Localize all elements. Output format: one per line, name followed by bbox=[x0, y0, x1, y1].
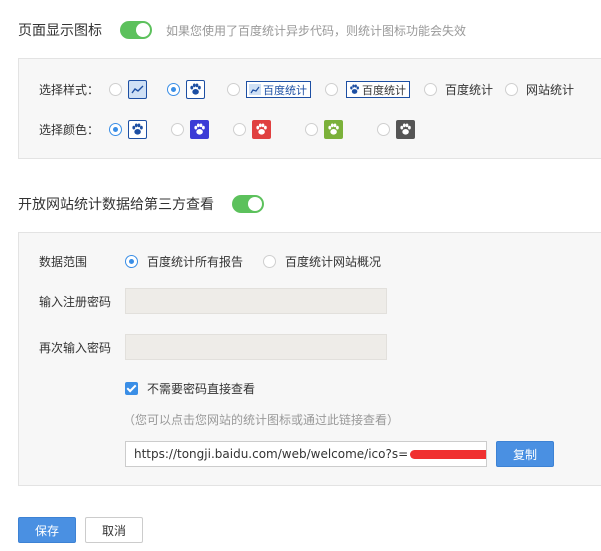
color-gray-paw-icon bbox=[396, 120, 415, 139]
color-radio-red[interactable] bbox=[233, 123, 246, 136]
range-all-radio[interactable] bbox=[125, 255, 138, 268]
range-overview-text: 百度统计网站概况 bbox=[285, 255, 382, 269]
no-password-text: 不需要密码直接查看 bbox=[147, 382, 256, 396]
color-radio-navy[interactable] bbox=[109, 123, 122, 136]
style-chart-icon bbox=[128, 80, 147, 99]
display-icon-row: 页面显示图标 如果您使用了百度统计异步代码，则统计图标功能会失效 bbox=[18, 20, 466, 40]
icon-style-panel: 选择样式： 百度统计 百度统计 百度统计 网站统计 选择颜色： bbox=[18, 58, 601, 159]
color-navy-paw-icon bbox=[128, 120, 147, 139]
range-label: 数据范围 bbox=[39, 255, 88, 269]
password-again-input[interactable] bbox=[125, 334, 387, 360]
color-radio-green[interactable] bbox=[305, 123, 318, 136]
password-label: 输入注册密码 bbox=[39, 295, 112, 309]
no-password-row: 不需要密码直接查看 bbox=[125, 380, 255, 397]
style-badge-chart: 百度统计 bbox=[246, 81, 311, 98]
cancel-button[interactable]: 取消 bbox=[85, 517, 143, 543]
color-label: 选择颜色： bbox=[39, 123, 100, 137]
range-all-text: 百度统计所有报告 bbox=[147, 255, 244, 269]
display-icon-toggle[interactable] bbox=[120, 21, 152, 39]
share-url-field[interactable]: https://tongji.baidu.com/web/welcome/ico… bbox=[125, 441, 487, 467]
style-radio-1[interactable] bbox=[109, 83, 122, 96]
range-overview-radio[interactable] bbox=[263, 255, 277, 268]
color-blue-paw-icon bbox=[190, 120, 209, 139]
password-input[interactable] bbox=[125, 288, 387, 314]
share-label: 开放网站统计数据给第三方查看 bbox=[18, 197, 214, 213]
copy-button[interactable]: 复制 bbox=[496, 441, 554, 467]
badge-paw-icon bbox=[350, 84, 359, 94]
style-text-site: 网站统计 bbox=[526, 83, 575, 97]
color-radio-blue[interactable] bbox=[171, 123, 184, 136]
color-row: 选择颜色： bbox=[39, 120, 415, 139]
no-password-checkbox[interactable] bbox=[125, 382, 138, 395]
save-button[interactable]: 保存 bbox=[18, 517, 76, 543]
style-radio-5[interactable] bbox=[424, 83, 437, 96]
share-url-text: https://tongji.baidu.com/web/welcome/ico… bbox=[134, 447, 409, 461]
display-icon-label: 页面显示图标 bbox=[18, 23, 102, 39]
style-radio-2[interactable] bbox=[167, 83, 180, 96]
style-text-baidu: 百度统计 bbox=[445, 83, 494, 97]
range-row: 数据范围 百度统计所有报告 百度统计网站概况 bbox=[39, 253, 381, 270]
share-row: 开放网站统计数据给第三方查看 bbox=[18, 194, 264, 214]
share-toggle[interactable] bbox=[232, 195, 264, 213]
color-radio-gray[interactable] bbox=[377, 123, 390, 136]
display-icon-hint: 如果您使用了百度统计异步代码，则统计图标功能会失效 bbox=[166, 23, 467, 38]
style-row: 选择样式： 百度统计 百度统计 百度统计 网站统计 bbox=[39, 80, 574, 99]
redaction-mark bbox=[410, 449, 486, 459]
color-red-paw-icon bbox=[252, 120, 271, 139]
style-radio-6[interactable] bbox=[505, 83, 519, 96]
share-note: （您可以点击您网站的统计图标或通过此链接查看） bbox=[123, 413, 400, 427]
style-radio-3[interactable] bbox=[227, 83, 240, 96]
password-again-label: 再次输入密码 bbox=[39, 341, 112, 355]
style-label: 选择样式： bbox=[39, 83, 100, 97]
style-radio-4[interactable] bbox=[325, 83, 338, 96]
badge-chart-icon bbox=[249, 84, 261, 95]
share-panel: 数据范围 百度统计所有报告 百度统计网站概况 输入注册密码 再次输入密码 不需要… bbox=[18, 232, 601, 486]
color-green-paw-icon bbox=[324, 120, 343, 139]
style-paw-icon bbox=[186, 80, 205, 99]
style-badge-paw: 百度统计 bbox=[346, 81, 410, 98]
